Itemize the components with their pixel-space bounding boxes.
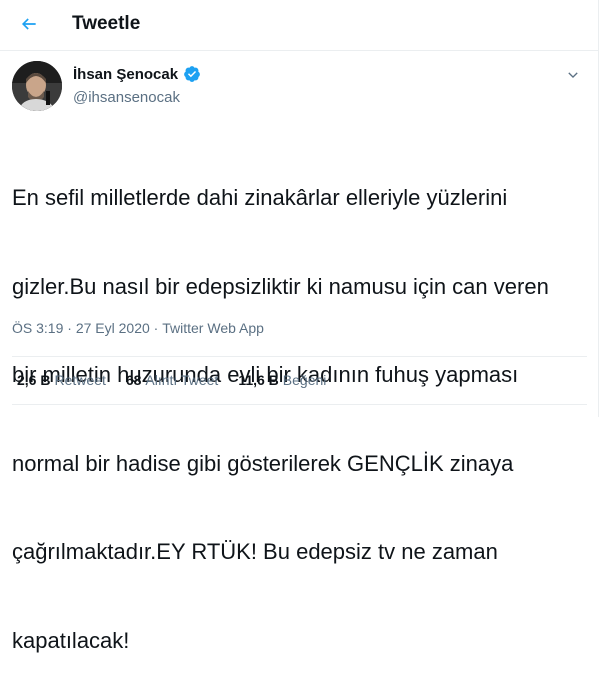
stat-count: 2,6 B [17,372,51,388]
meta-separator: · [149,320,163,336]
chevron-down-icon [568,72,578,78]
stat-count: 11,6 B [238,372,279,388]
stat-label: Retweet [54,372,106,388]
meta-separator: · [63,320,76,336]
quote-tweet-count[interactable]: 68 Alıntı Tweet [126,372,218,388]
tweet-text-line: gizler.Bu nasıl bir edepsizliktir ki nam… [12,273,549,299]
author-display-name[interactable]: İhsan Şenocak [73,66,178,83]
back-button[interactable] [12,7,46,41]
page-title: Tweetle [72,13,141,34]
tweet-text-line: çağrılmaktadır.EY RTÜK! Bu edepsiz tv ne… [12,539,498,564]
verified-badge-icon [184,66,200,82]
tweet-menu-button[interactable] [562,64,584,86]
tweet-time[interactable]: ÖS 3:19 [12,320,63,336]
top-bar: Tweetle [0,0,598,51]
tweet-text-line: kapatılacak! [12,627,130,653]
avatar-image [12,61,62,111]
tweet-text-line: En sefil milletlerde dahi zinakârlar ell… [12,185,508,210]
author-name-row[interactable]: İhsan Şenocak [73,65,201,83]
tweet-text-line: normal bir hadise gibi gösterilerek GENÇ… [12,450,514,476]
author-handle[interactable]: @ihsansenocak [73,89,180,106]
stat-label: Beğeni [282,372,327,388]
tweet-date[interactable]: 27 Eyl 2020 [76,320,150,336]
arrow-left-icon [21,18,36,30]
tweet-source[interactable]: Twitter Web App [162,320,264,336]
avatar[interactable] [12,61,62,111]
tweet-stats: 2,6 B Retweet 68 Alıntı Tweet 11,6 B Beğ… [17,372,326,388]
column-border [598,0,599,417]
stat-label: Alıntı Tweet [145,372,219,388]
stat-count: 68 [125,372,142,388]
tweet-meta: ÖS 3:19 · 27 Eyl 2020 · Twitter Web App [12,320,264,336]
divider [12,404,587,405]
divider [12,356,587,357]
like-count[interactable]: 11,6 B Beğeni [238,372,326,388]
retweet-count[interactable]: 2,6 B Retweet [17,372,106,388]
